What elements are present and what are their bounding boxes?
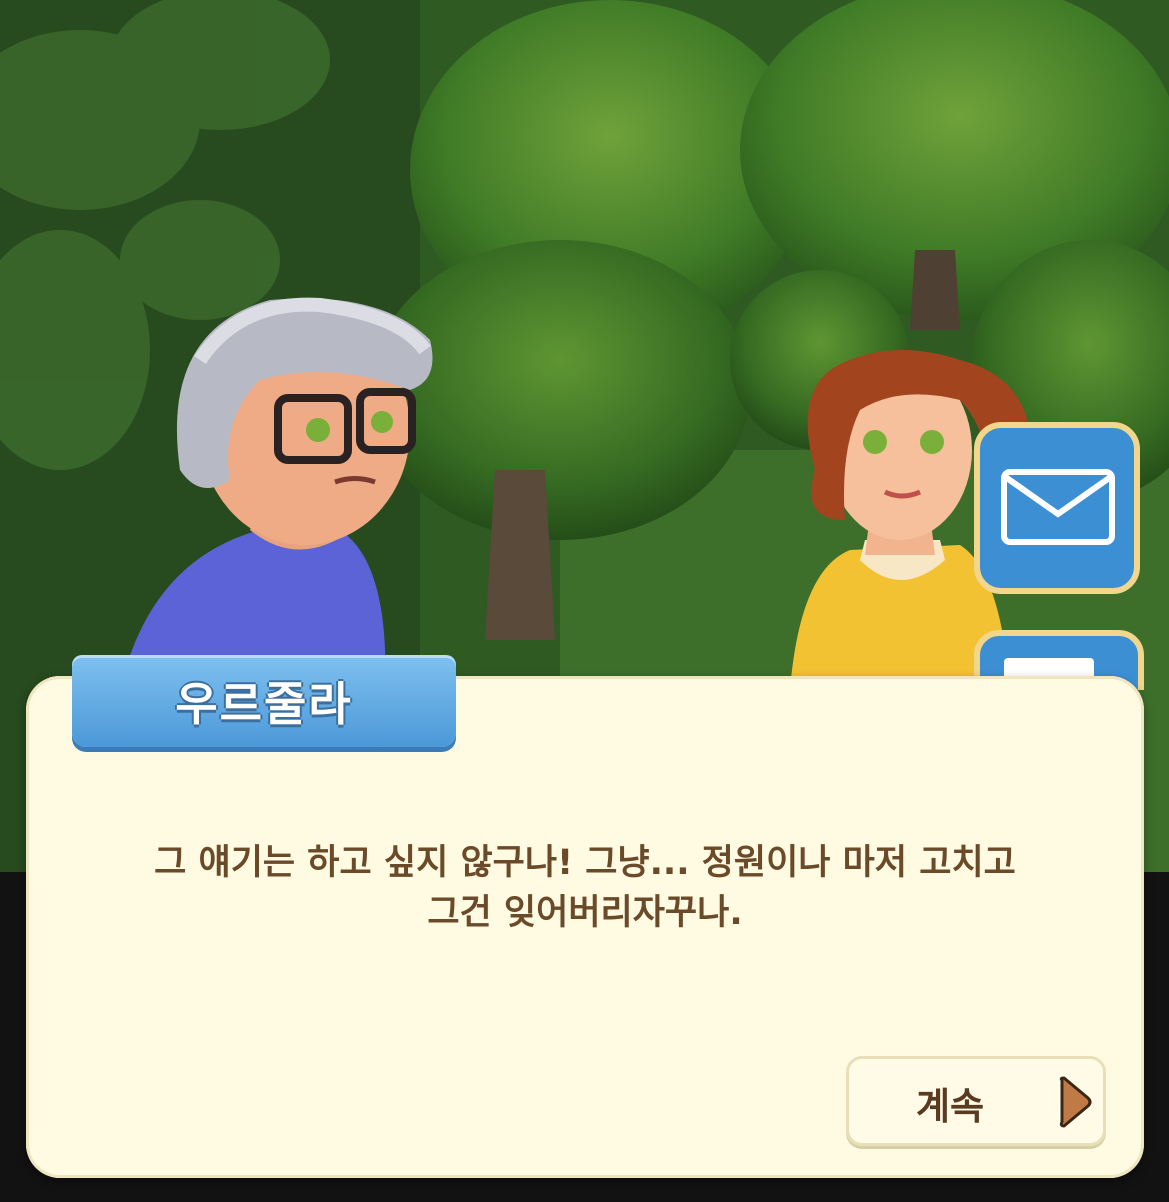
mail-icon [974, 422, 1140, 594]
continue-button[interactable]: 계속 [846, 1056, 1106, 1146]
continue-label: 계속 [916, 1085, 985, 1128]
speaker-name: 우르줄라 [175, 677, 353, 731]
play-arrow-icon [1059, 1076, 1092, 1128]
mail-button[interactable] [974, 422, 1140, 594]
dialog-line-1: 그 얘기는 하고 싶지 않구나! 그냥... 정원이나 마저 고치고 [154, 843, 1016, 883]
dialog-line-2: 그건 잊어버리자꾸나. [427, 893, 743, 933]
dialog-text: 그 얘기는 하고 싶지 않구나! 그냥... 정원이나 마저 고치고 그건 잊어… [60, 838, 1110, 938]
speaker-name-tag: 우르줄라 [72, 655, 456, 747]
